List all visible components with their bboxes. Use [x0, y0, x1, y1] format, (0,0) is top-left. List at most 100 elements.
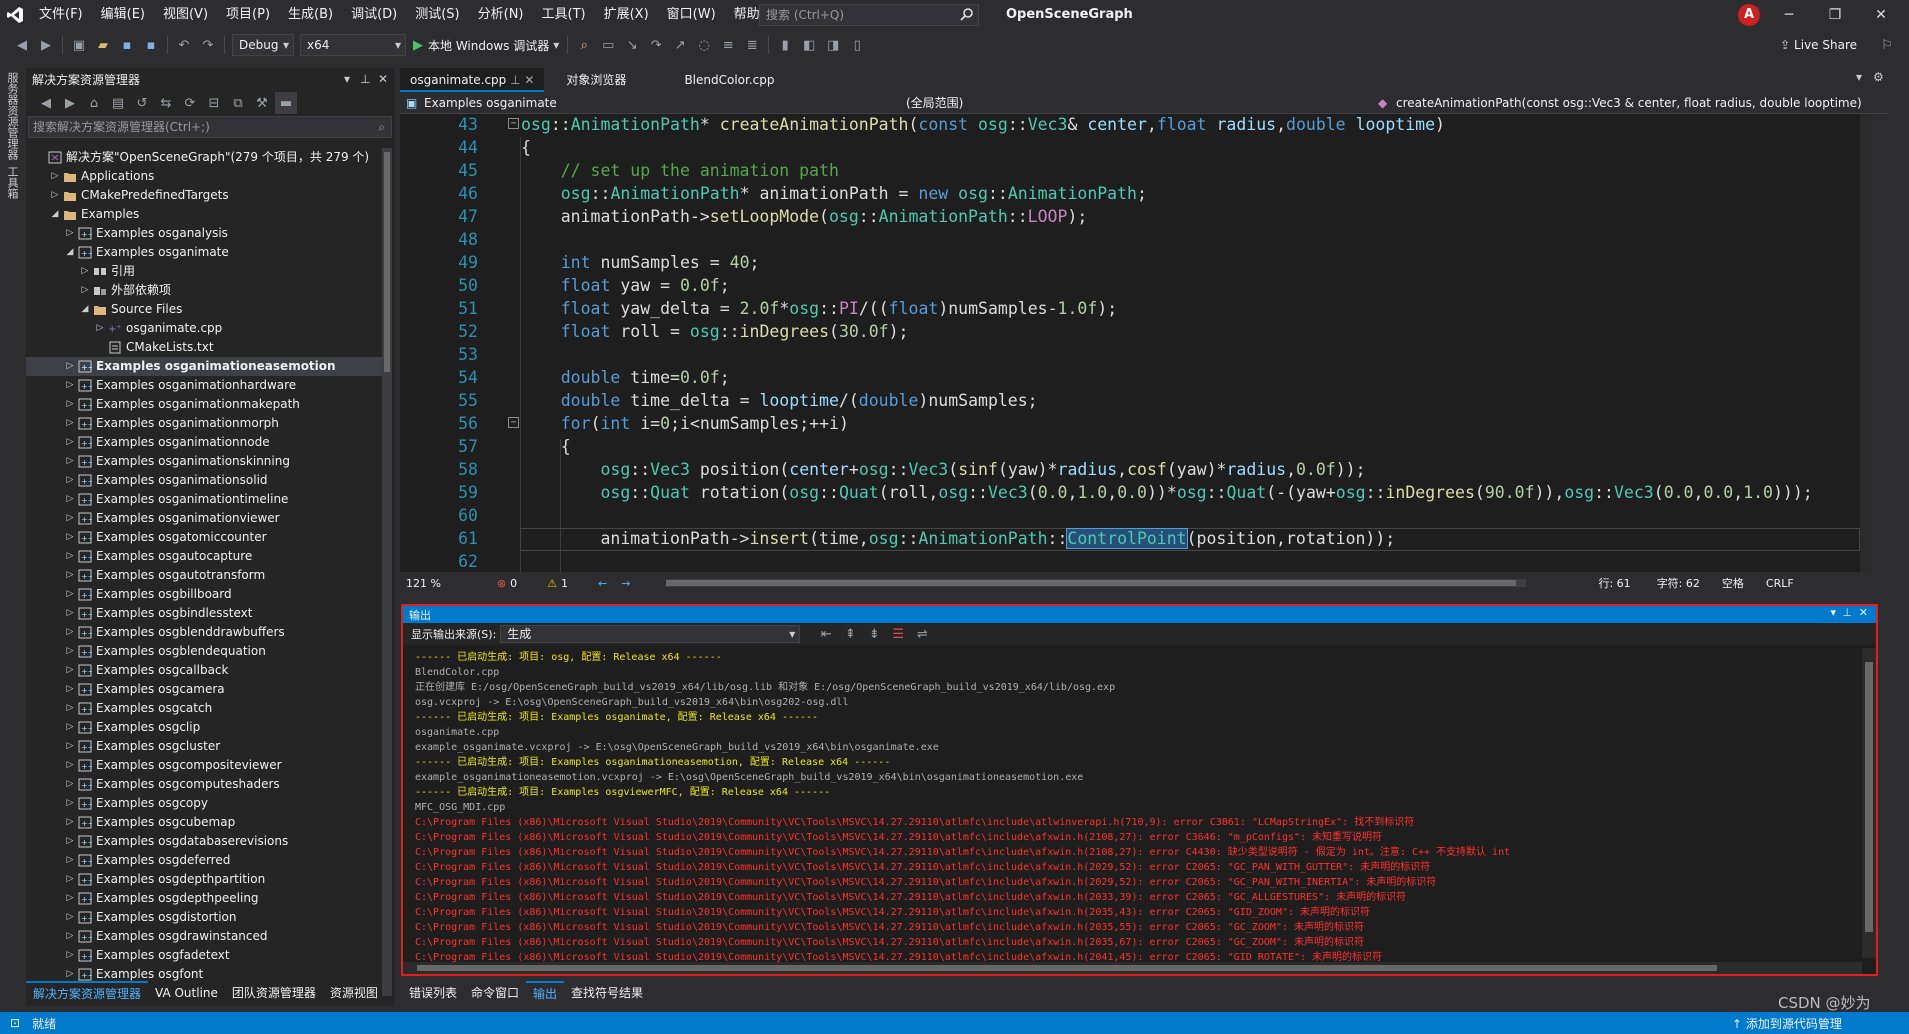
- collapsed-arrow-icon[interactable]: ▷: [94, 319, 106, 338]
- server-explorer-tab[interactable]: 服务器资源管理器: [4, 72, 20, 160]
- tree-item[interactable]: ▷ ++ Examples osganimationskinning: [26, 452, 382, 471]
- menu-item[interactable]: 生成(B): [279, 0, 342, 30]
- bottom-tab[interactable]: 输出: [526, 981, 565, 1005]
- tree-item[interactable]: ◢ ++ Examples osganimate: [26, 243, 382, 262]
- tree-item[interactable]: ▷ ++ Examples osgcompositeviewer: [26, 756, 382, 775]
- collapsed-arrow-icon[interactable]: ▷: [64, 357, 76, 376]
- home-icon[interactable]: ⌂: [83, 92, 105, 114]
- bookmark-icon[interactable]: ▮: [774, 34, 796, 56]
- editor-tab[interactable]: BlendColor.cpp: [674, 68, 784, 92]
- collapsed-arrow-icon[interactable]: ▷: [64, 946, 76, 965]
- dropdown-icon[interactable]: ▾: [344, 68, 350, 90]
- collapsed-arrow-icon[interactable]: ▷: [64, 452, 76, 471]
- pin-icon[interactable]: ⊥ ✕: [506, 73, 534, 87]
- tree-item[interactable]: ▷ ++ Examples osgcamera: [26, 680, 382, 699]
- menu-item[interactable]: 窗口(W): [658, 0, 725, 30]
- tree-item[interactable]: ▷ ++ Examples osgfadetext: [26, 946, 382, 965]
- settings-icon[interactable]: ⚙: [1873, 70, 1884, 84]
- tree-item[interactable]: ▷ ++ Examples osganimationmakepath: [26, 395, 382, 414]
- menu-item[interactable]: 扩展(X): [595, 0, 658, 30]
- solution-search-input[interactable]: 搜索解决方案资源管理器(Ctrl+;) ⌕: [28, 116, 392, 138]
- collapsed-arrow-icon[interactable]: ▷: [64, 718, 76, 737]
- step-out-icon[interactable]: ↗: [669, 34, 691, 56]
- expanded-arrow-icon[interactable]: ◢: [64, 243, 76, 262]
- tree-item[interactable]: ▷ 外部依赖项: [26, 281, 382, 300]
- bottom-tab[interactable]: 错误列表: [402, 982, 464, 1004]
- account-avatar[interactable]: A: [1738, 4, 1760, 26]
- collapsed-arrow-icon[interactable]: ▷: [64, 471, 76, 490]
- sync-icon[interactable]: ⇆: [155, 92, 177, 114]
- close-icon[interactable]: ✕: [1858, 0, 1904, 30]
- tree-item[interactable]: 解决方案"OpenSceneGraph"(279 个项目，共 279 个): [26, 148, 382, 167]
- collapse-all-icon[interactable]: ⊟: [203, 92, 225, 114]
- menu-item[interactable]: 分析(N): [469, 0, 533, 30]
- collapsed-arrow-icon[interactable]: ▷: [64, 870, 76, 889]
- zoom-level[interactable]: 121 %: [400, 577, 447, 590]
- collapsed-arrow-icon[interactable]: ▷: [64, 395, 76, 414]
- prev-bookmark-icon[interactable]: ◧: [798, 34, 820, 56]
- tree-item[interactable]: ▷ ++ Examples osgcatch: [26, 699, 382, 718]
- find-message-icon[interactable]: ⇤: [815, 623, 837, 645]
- tree-item[interactable]: ▷ ++ Examples osganimationtimeline: [26, 490, 382, 509]
- refresh-icon[interactable]: ⟳: [179, 92, 201, 114]
- collapsed-arrow-icon[interactable]: ▷: [64, 623, 76, 642]
- collapsed-arrow-icon[interactable]: ▷: [64, 794, 76, 813]
- tree-item[interactable]: ▷ CMakePredefinedTargets: [26, 186, 382, 205]
- menu-item[interactable]: 文件(F): [30, 0, 92, 30]
- tree-item[interactable]: ▷ ++ Examples osgdepthpartition: [26, 870, 382, 889]
- save-all-icon[interactable]: ▪: [140, 34, 162, 56]
- tree-item[interactable]: ▷ ++ Examples osgcomputeshaders: [26, 775, 382, 794]
- pin-icon[interactable]: ⊥: [360, 68, 370, 90]
- save-icon[interactable]: ▪: [116, 34, 138, 56]
- collapsed-arrow-icon[interactable]: ▷: [64, 775, 76, 794]
- tree-item[interactable]: ▷ ++ Examples osgdrawinstanced: [26, 927, 382, 946]
- start-debugging-button[interactable]: ▶ 本地 Windows 调试器 ▾: [413, 37, 559, 54]
- tree-item[interactable]: ▷ ++ Examples osgdatabaserevisions: [26, 832, 382, 851]
- collapsed-arrow-icon[interactable]: ▷: [64, 737, 76, 756]
- show-all-files-icon[interactable]: ⧉: [227, 92, 249, 114]
- collapsed-arrow-icon[interactable]: ▷: [49, 167, 61, 186]
- menu-item[interactable]: 测试(S): [406, 0, 468, 30]
- collapsed-arrow-icon[interactable]: ▷: [64, 889, 76, 908]
- bottom-tab[interactable]: VA Outline: [148, 982, 225, 1004]
- menu-item[interactable]: 视图(V): [154, 0, 217, 30]
- editor-tab[interactable]: 对象浏览器: [556, 68, 636, 92]
- open-file-icon[interactable]: ▰: [92, 34, 114, 56]
- tree-item[interactable]: ▷ ++ Examples osganimationviewer: [26, 509, 382, 528]
- tree-item[interactable]: ▷ ++ Examples osgcluster: [26, 737, 382, 756]
- nav-back-icon[interactable]: ←: [598, 577, 607, 590]
- menu-item[interactable]: 项目(P): [217, 0, 279, 30]
- properties-icon[interactable]: ⚒: [251, 92, 273, 114]
- redo-icon[interactable]: ↷: [197, 34, 219, 56]
- collapsed-arrow-icon[interactable]: ▷: [64, 547, 76, 566]
- collapsed-arrow-icon[interactable]: ▷: [64, 927, 76, 946]
- feedback-icon[interactable]: ⚐: [1876, 34, 1898, 56]
- live-share-button[interactable]: ⇪ Live Share: [1780, 30, 1857, 60]
- line-ending[interactable]: CRLF: [1766, 577, 1794, 590]
- collapsed-arrow-icon[interactable]: ▷: [64, 376, 76, 395]
- menu-item[interactable]: 调试(D): [342, 0, 406, 30]
- tree-item[interactable]: ▷ 引用: [26, 262, 382, 281]
- collapsed-arrow-icon[interactable]: ▷: [64, 851, 76, 870]
- bottom-tab[interactable]: 查找符号结果: [564, 982, 650, 1004]
- tree-item[interactable]: ▷ +⁺ osganimate.cpp: [26, 319, 382, 338]
- collapsed-arrow-icon[interactable]: ▷: [64, 699, 76, 718]
- back-icon[interactable]: ◀: [35, 92, 57, 114]
- collapse-region-icon[interactable]: −: [508, 417, 519, 428]
- output-text[interactable]: ------ 已启动生成: 项目: osg, 配置: Release x64 -…: [415, 650, 1860, 965]
- tree-item[interactable]: ▷ ++ Examples osganimationnode: [26, 433, 382, 452]
- close-panel-icon[interactable]: ✕: [1859, 606, 1868, 619]
- tab-overflow-icon[interactable]: ▾: [1856, 70, 1862, 84]
- scope-select[interactable]: (全局范围): [890, 93, 1372, 113]
- toolbox-tab[interactable]: 工具箱: [4, 166, 20, 199]
- expanded-arrow-icon[interactable]: ◢: [79, 300, 91, 319]
- tree-item[interactable]: ▷ ++ Examples osgbillboard: [26, 585, 382, 604]
- error-count[interactable]: 0: [510, 577, 517, 590]
- collapsed-arrow-icon[interactable]: ▷: [64, 414, 76, 433]
- minimize-icon[interactable]: ─: [1766, 0, 1812, 30]
- tree-item[interactable]: ▷ ++ Examples osgautotransform: [26, 566, 382, 585]
- word-wrap-icon[interactable]: ⇌: [911, 623, 933, 645]
- collapsed-arrow-icon[interactable]: ▷: [64, 528, 76, 547]
- next-bookmark-icon[interactable]: ◨: [822, 34, 844, 56]
- editor-tab[interactable]: osganimate.cpp ⊥ ✕: [400, 68, 545, 92]
